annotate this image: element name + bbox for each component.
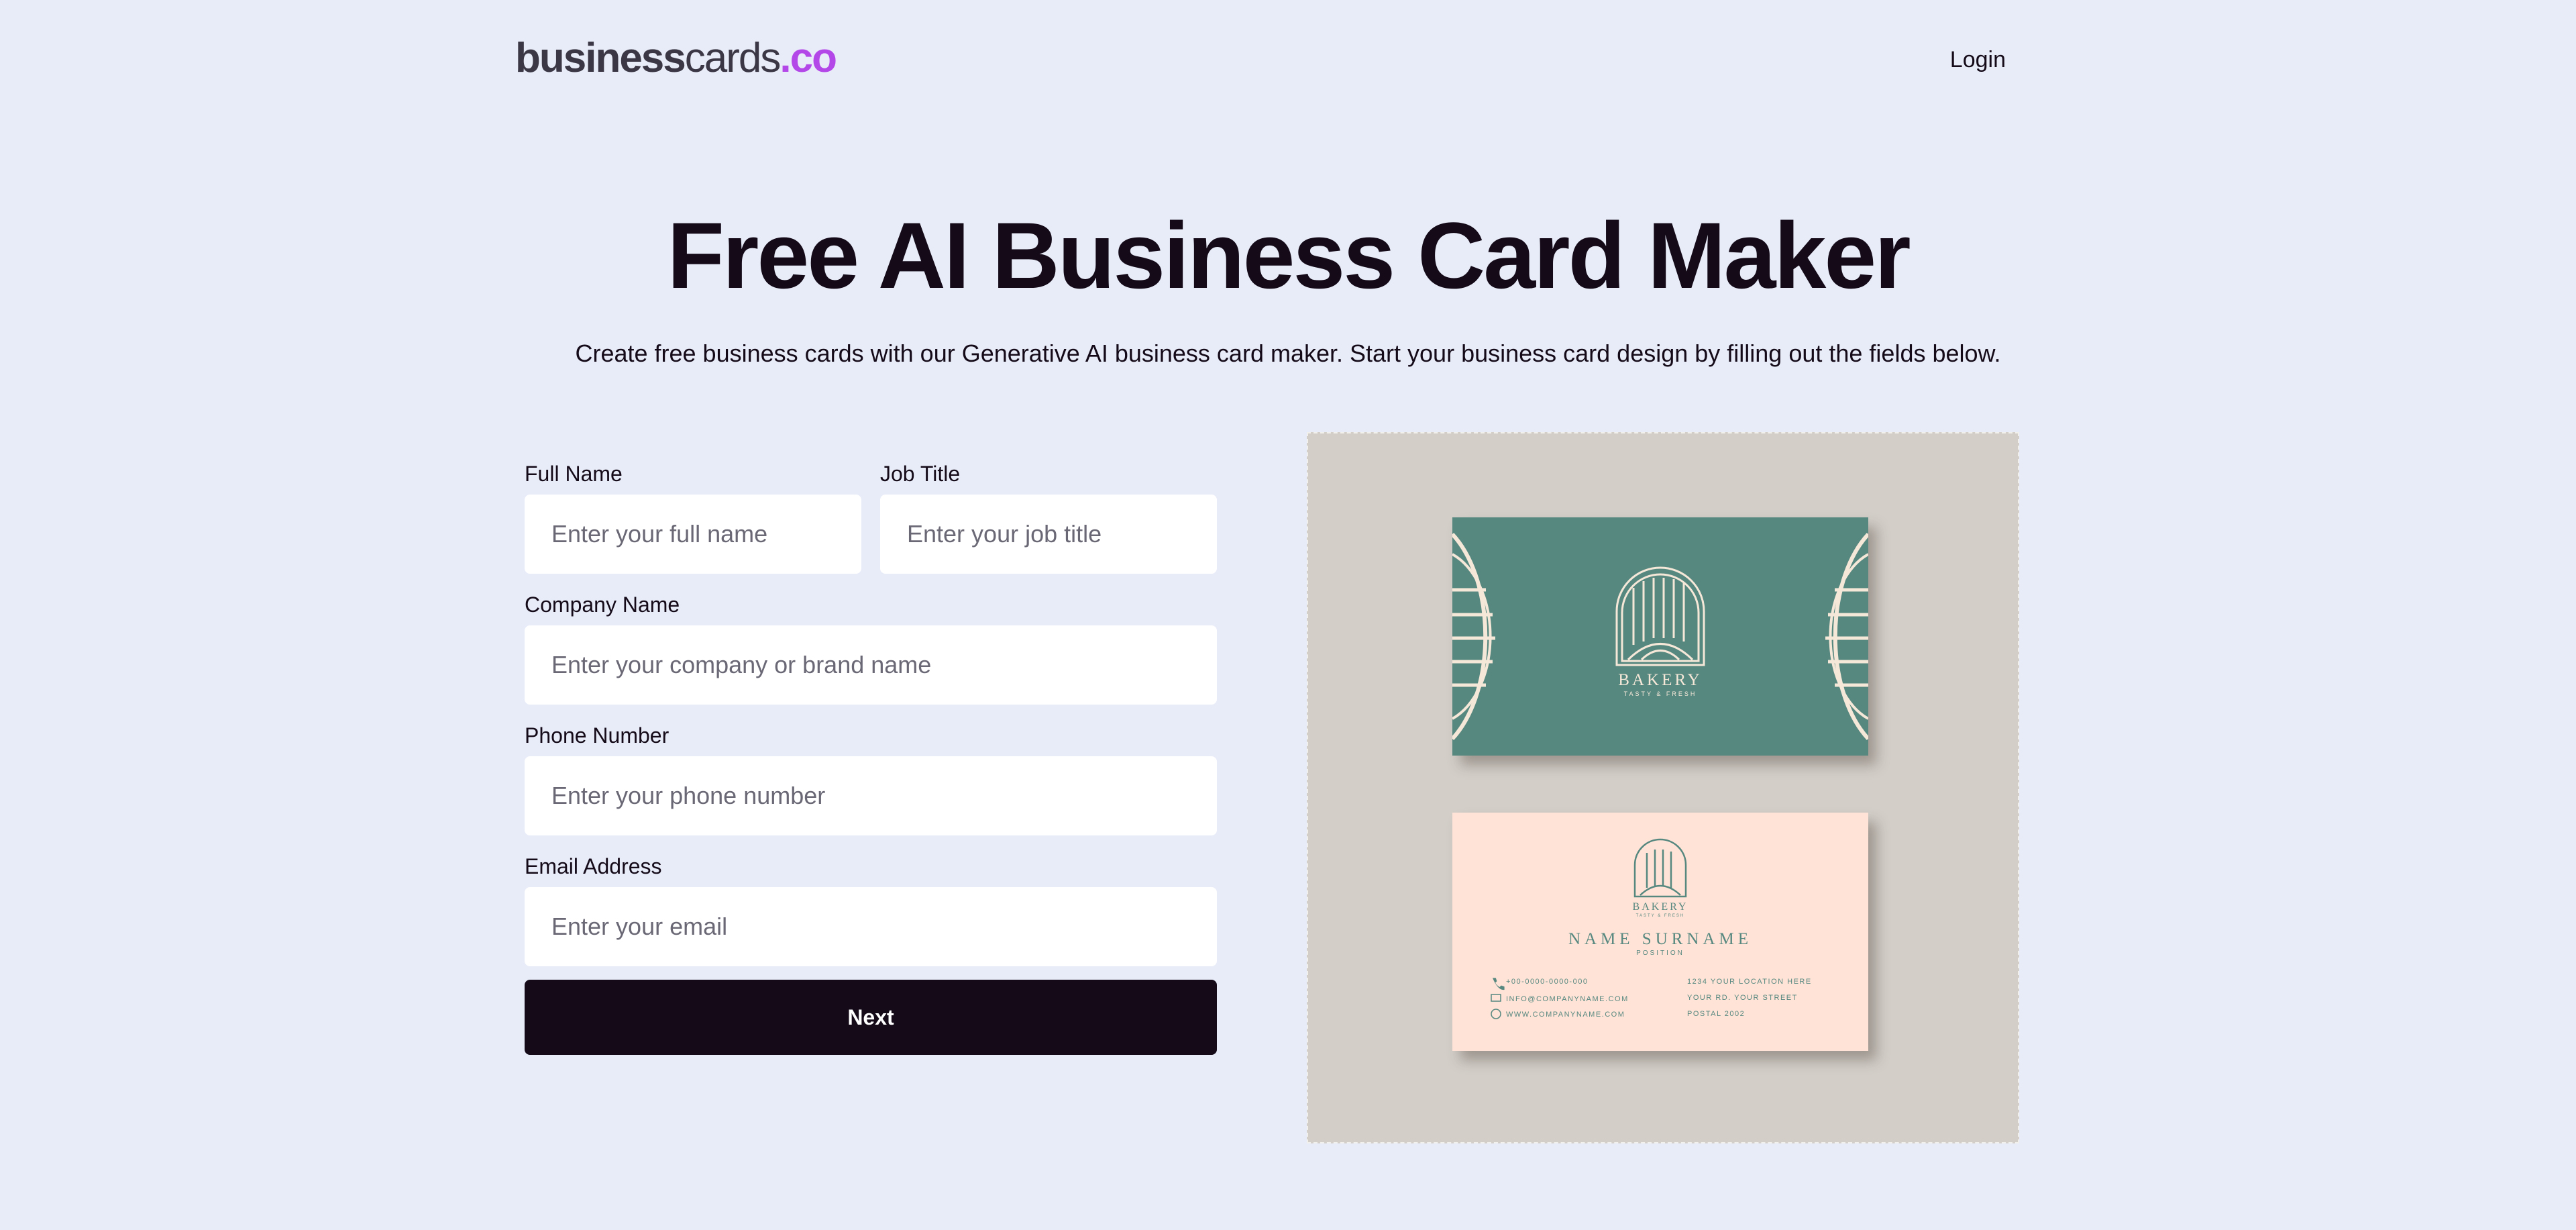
contact-icons bbox=[1491, 978, 1505, 1019]
bakery-logo-small-icon bbox=[1633, 838, 1687, 898]
site-logo[interactable]: businesscards.co bbox=[515, 35, 837, 81]
phone-number-label: Phone Number bbox=[525, 723, 669, 748]
card-address-1: 1234 YOUR LOCATION HERE bbox=[1687, 978, 1812, 986]
email-address-label: Email Address bbox=[525, 854, 662, 878]
card-holder-name: NAME SURNAME bbox=[1568, 930, 1752, 948]
phone-group: Phone Number bbox=[525, 723, 1217, 835]
email-group: Email Address bbox=[525, 854, 1217, 966]
next-button[interactable]: Next bbox=[525, 980, 1217, 1055]
email-input[interactable] bbox=[525, 887, 1217, 966]
logo-part-co: .co bbox=[780, 35, 837, 81]
job-title-input[interactable] bbox=[880, 495, 1217, 574]
card-address-3: POSTAL 2002 bbox=[1687, 1010, 1745, 1018]
logo-part-cards: cards bbox=[684, 35, 782, 81]
card-front-art: BAKERY TASTY & FRESH bbox=[1452, 532, 1868, 741]
page-title: Free AI Business Card Maker bbox=[667, 203, 1911, 308]
card-phone: +00-0000-0000-000 bbox=[1506, 978, 1588, 986]
company-group: Company Name bbox=[525, 593, 1217, 705]
mail-icon bbox=[1491, 994, 1501, 1002]
card-address-2: YOUR RD. YOUR STREET bbox=[1687, 994, 1798, 1002]
card-back-tagline: TASTY & FRESH bbox=[1636, 914, 1684, 918]
card-website: WWW.COMPANYNAME.COM bbox=[1506, 1011, 1625, 1019]
company-name-input[interactable] bbox=[525, 625, 1217, 705]
full-name-input[interactable] bbox=[525, 495, 861, 574]
card-email: INFO@COMPANYNAME.COM bbox=[1506, 995, 1629, 1003]
full-name-group: Full Name bbox=[525, 462, 861, 574]
card-back-brand: BAKERY bbox=[1633, 901, 1688, 913]
bakery-logo-icon bbox=[1615, 566, 1705, 666]
card-front: BAKERY TASTY & FRESH bbox=[1452, 517, 1868, 756]
job-title-label: Job Title bbox=[880, 462, 961, 486]
job-title-group: Job Title bbox=[880, 462, 1217, 574]
full-name-label: Full Name bbox=[525, 462, 623, 486]
page-subtitle: Create free business cards with our Gene… bbox=[575, 340, 2001, 367]
card-front-tagline: TASTY & FRESH bbox=[1624, 690, 1697, 697]
card-back: BAKERY TASTY & FRESH NAME SURNAME POSITI… bbox=[1452, 813, 1868, 1051]
phone-number-input[interactable] bbox=[525, 756, 1217, 835]
company-name-label: Company Name bbox=[525, 593, 680, 617]
business-card-form: Full Name Job Title Company Name Phone N… bbox=[525, 462, 1217, 1055]
globe-icon bbox=[1491, 1009, 1501, 1019]
logo-part-business: business bbox=[515, 35, 686, 81]
card-holder-position: POSITION bbox=[1636, 950, 1684, 957]
card-front-brand: BAKERY bbox=[1618, 671, 1702, 689]
card-back-art: BAKERY TASTY & FRESH NAME SURNAME POSITI… bbox=[1491, 838, 1812, 1019]
login-link[interactable]: Login bbox=[1950, 47, 2006, 73]
phone-icon bbox=[1493, 978, 1505, 990]
card-preview: BAKERY TASTY & FRESH BAKERY TASTY & FRES… bbox=[1307, 432, 2019, 1143]
